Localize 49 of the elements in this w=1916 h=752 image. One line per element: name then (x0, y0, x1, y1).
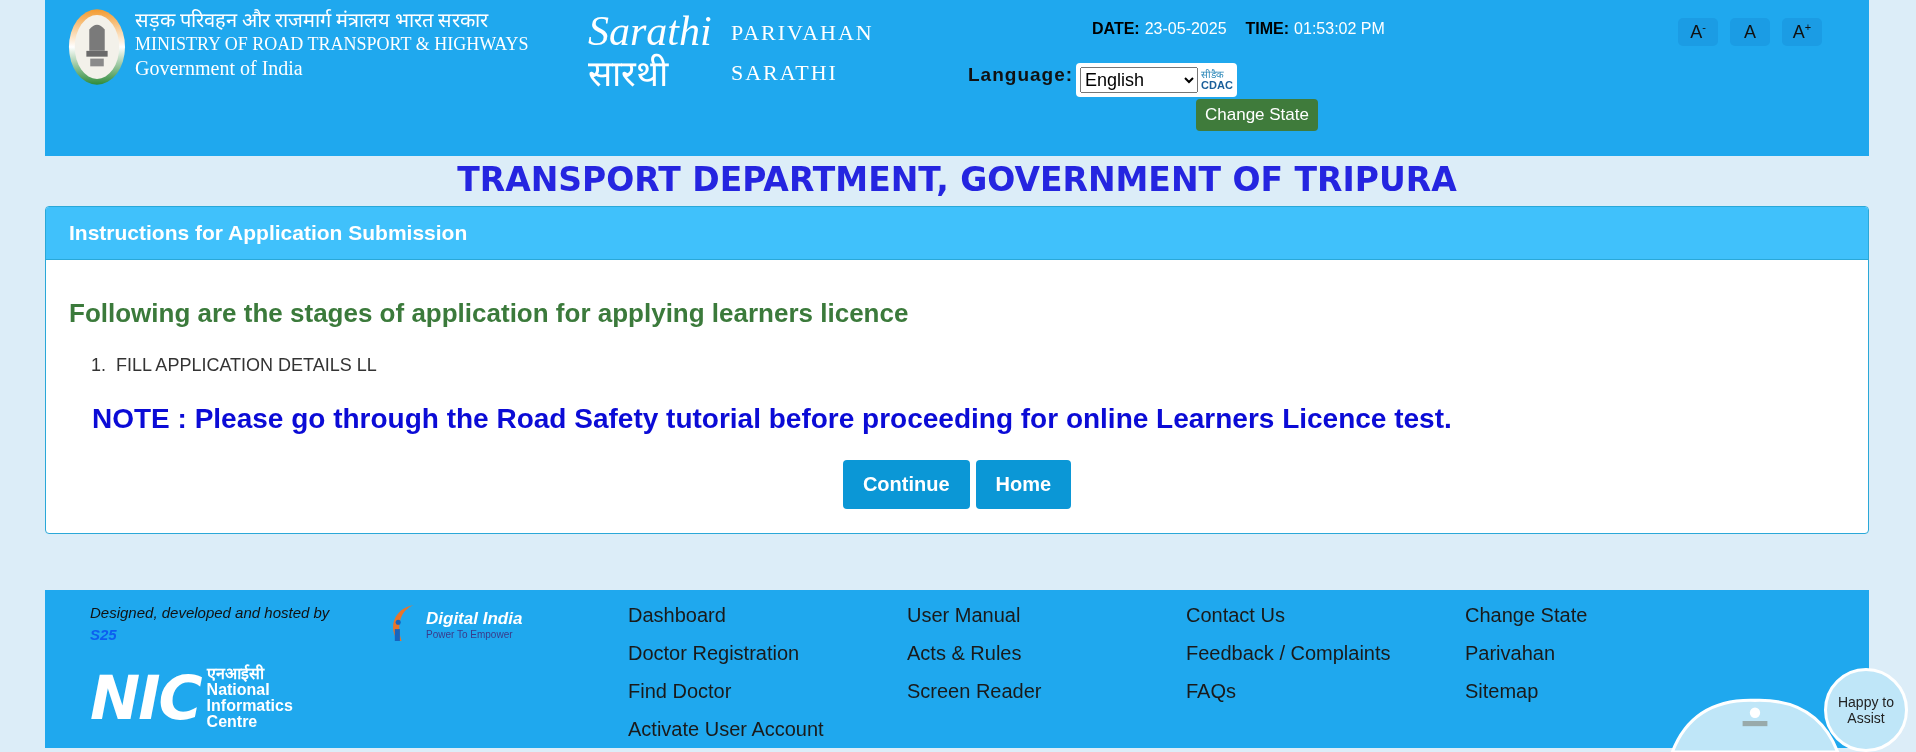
footer-link[interactable]: User Manual (907, 596, 1021, 634)
footer-link[interactable]: Sitemap (1465, 672, 1539, 710)
font-size-button[interactable]: A$^{+}$ (1782, 18, 1822, 46)
footer-link[interactable]: Doctor Registration (628, 634, 800, 672)
logo-text: Power To Empower (426, 628, 514, 640)
font-size-button[interactable]: A$^{-}$ (1678, 18, 1718, 46)
page-title: TRANSPORT DEPARTMENT, GOVERNMENT OF TRIPURA (456, 160, 1458, 200)
footer-link[interactable]: Contact Us (1186, 596, 1285, 634)
portal-name: PARIVAHAN (731, 19, 874, 47)
logo-text: सीडैक (1201, 69, 1226, 80)
note-text: NOTE : Please go through the Road Safety tutorial before proceeding for online Learners Licence test. (92, 403, 1453, 435)
font-size-button[interactable]: A (1730, 18, 1770, 46)
action-button[interactable]: Home (975, 460, 1072, 509)
time-text: 01:53:02 PM (1294, 20, 1385, 38)
footer-link[interactable]: Parivahan (1465, 634, 1556, 672)
logo-text: Centre (206, 714, 259, 730)
footer-link[interactable]: Feedback / Complaints (1186, 634, 1391, 672)
logo-text: Sarathi (588, 10, 713, 52)
logo-text: Informatics (206, 698, 293, 714)
footer-link[interactable]: FAQs (1186, 672, 1236, 710)
ministry-text: MINISTRY OF ROAD TRANSPORT & HIGHWAYS (135, 33, 529, 56)
logo-text: National (206, 682, 271, 698)
logo-text: Digital India (426, 608, 523, 629)
footer-link[interactable]: Screen Reader (907, 672, 1042, 710)
ministry-text: Government of India (135, 56, 304, 80)
date-text: 23-05-2025 (1144, 20, 1227, 38)
step-text: FILL APPLICATION DETAILS LL (116, 355, 377, 376)
logo-text: CDAC (1201, 80, 1233, 91)
footer-link[interactable]: Find Doctor (628, 672, 732, 710)
logo-text: NIC (90, 666, 201, 730)
action-button[interactable]: Continue (842, 460, 970, 509)
assistant-button[interactable]: Happy to Assist (1824, 668, 1908, 752)
date-label: DATE: (1092, 20, 1140, 38)
logo-text: एनआईसी (206, 666, 266, 682)
time-label: TIME: (1245, 20, 1290, 38)
footer-link[interactable]: Dashboard (628, 596, 726, 634)
step-number: 1. (91, 355, 106, 376)
panel-subheading: Following are the stages of application for applying learners licence (69, 298, 910, 329)
footer-link[interactable]: Acts & Rules (907, 634, 1022, 672)
language-label: Language: (968, 63, 1074, 86)
ministry-text: सड़क परिवहन और राजमार्ग मंत्रालय भारत सरकार (135, 8, 490, 32)
logo-text: सारथी (588, 52, 670, 96)
footer-link[interactable]: Activate User Account (628, 710, 824, 748)
language-select[interactable]: English (1080, 67, 1199, 93)
change-state-button[interactable]: Change State (1196, 99, 1318, 131)
portal-name: SARATHI (731, 59, 839, 87)
panel-heading: Instructions for Application Submission (46, 207, 1868, 260)
footer-link[interactable]: Change State (1465, 596, 1588, 634)
credit-text: Designed, developed and hosted by S25 (90, 603, 331, 645)
